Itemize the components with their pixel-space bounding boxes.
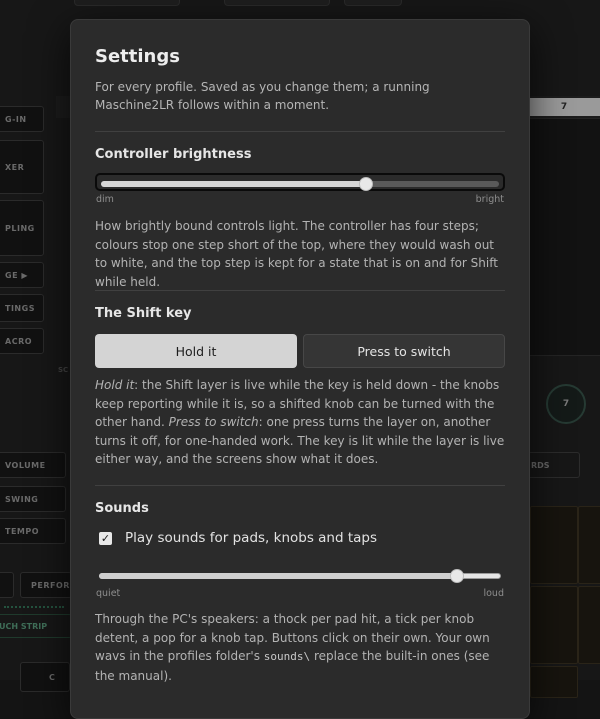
brightness-title: Controller brightness <box>95 147 252 162</box>
brightness-description: How brightly bound controls light. The c… <box>95 219 498 289</box>
brightness-min-label: dim <box>96 194 114 205</box>
bg-side-button: PERFORM <box>20 572 78 598</box>
bg-side-button: VOLUME <box>0 452 66 478</box>
bg-knob: 7 <box>546 384 586 424</box>
slider-track[interactable] <box>95 173 505 191</box>
bg-pad <box>578 586 600 664</box>
bg-grid-panel <box>528 118 600 356</box>
sounds-checkbox-row[interactable]: ✓ Play sounds for pads, knobs and taps <box>99 530 377 546</box>
bg-side-button <box>0 572 14 598</box>
press-to-switch-button[interactable]: Press to switch <box>303 334 505 368</box>
slider-track[interactable] <box>95 567 505 585</box>
volume-max-label: loud <box>483 588 504 599</box>
top-pill <box>74 0 180 6</box>
separator <box>95 485 505 486</box>
separator <box>95 290 505 291</box>
bg-side-button: G-IN <box>0 106 44 132</box>
bg-side-button: ACRO <box>0 328 44 354</box>
dialog-title: Settings <box>95 46 180 67</box>
brightness-slider[interactable] <box>95 173 505 191</box>
bg-side-button: PLING <box>0 200 44 256</box>
shift-description: Hold it: the Shift layer is live while t… <box>95 376 507 469</box>
volume-min-label: quiet <box>96 588 121 599</box>
sounds-checkbox-label[interactable]: Play sounds for pads, knobs and taps <box>125 530 377 546</box>
brightness-max-label: bright <box>475 194 504 205</box>
bg-side-button: GE ▶ <box>0 262 44 288</box>
press-to-switch-term: Press to switch <box>168 415 259 429</box>
slider-fill <box>99 573 457 579</box>
slider-thumb[interactable] <box>359 177 374 191</box>
bg-tab-number: 7 <box>528 98 600 116</box>
bg-pad <box>530 666 578 698</box>
bg-screen-label: SC <box>58 366 69 374</box>
sounds-folder-code: sounds\ <box>263 650 311 663</box>
shift-title: The Shift key <box>95 306 192 321</box>
dialog-intro: For every profile. Saved as you change t… <box>95 80 430 112</box>
sounds-checkbox[interactable]: ✓ <box>99 531 112 545</box>
bg-pad <box>530 506 578 584</box>
slider-fill <box>101 181 367 187</box>
sounds-description: Through the PC's speakers: a thock per p… <box>95 610 507 685</box>
separator <box>95 131 505 132</box>
bg-side-button: TEMPO <box>0 518 66 544</box>
hold-it-term: Hold it <box>95 378 135 392</box>
bg-strip-label: UCH STRIP <box>0 614 72 638</box>
volume-slider[interactable] <box>95 567 505 585</box>
hold-it-button[interactable]: Hold it <box>95 334 297 368</box>
top-pill <box>224 0 330 6</box>
slider-thumb[interactable] <box>449 569 464 583</box>
bg-pad <box>578 506 600 584</box>
bg-side-button: XER <box>0 140 44 194</box>
sounds-title: Sounds <box>95 501 149 516</box>
bg-pad <box>530 586 578 664</box>
bg-side-button: SWING <box>0 486 66 512</box>
settings-dialog: Settings For every profile. Saved as you… <box>70 19 530 719</box>
bg-side-button: C <box>20 662 70 692</box>
top-pill <box>344 0 402 6</box>
bg-side-button: TINGS <box>0 294 44 322</box>
bg-dotted-line <box>4 606 64 610</box>
